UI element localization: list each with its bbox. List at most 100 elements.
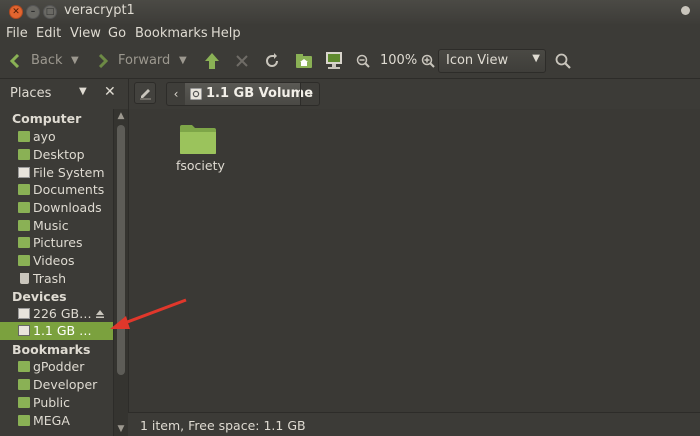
menu-view[interactable]: View (70, 26, 101, 41)
title-bar: ✕ – □ veracrypt1 (0, 0, 700, 25)
folder-icon (18, 361, 30, 372)
menu-bar: File Edit View Go Bookmarks Help (0, 24, 700, 46)
close-sidebar-icon[interactable]: ✕ (104, 84, 116, 100)
stop-icon (236, 55, 248, 67)
view-mode-label: Icon View (446, 53, 509, 68)
forward-history-chevron-icon[interactable]: ▼ (179, 46, 187, 76)
sidebar-item-label: Trash (33, 271, 67, 286)
menu-go[interactable]: Go (108, 26, 126, 41)
places-sidebar: Computer ayo Desktop File System Documen… (0, 109, 113, 436)
chevron-down-icon: ▼ (532, 53, 540, 64)
places-dropdown-chevron-icon[interactable]: ▼ (79, 86, 87, 97)
trash-icon (20, 273, 29, 284)
close-icon: ✕ (12, 7, 20, 17)
sidebar-item-label: Developer (33, 377, 98, 392)
scroll-down-icon[interactable]: ▼ (114, 422, 128, 436)
sidebar-scrollbar[interactable]: ▲ ▼ (113, 109, 128, 436)
downloads-folder-icon (18, 202, 30, 213)
view-mode-select[interactable]: Icon View ▼ (438, 49, 546, 73)
file-item-fsociety[interactable] (179, 123, 219, 159)
zoom-in-button[interactable] (421, 46, 435, 76)
computer-icon (326, 52, 342, 69)
sidebar-item-label: Documents (33, 182, 105, 197)
minimize-window-button[interactable]: – (26, 5, 40, 19)
back-history-chevron-icon[interactable]: ▼ (71, 46, 79, 76)
drive-icon (18, 325, 30, 336)
sidebar-item-mega[interactable]: MEGA (0, 412, 113, 430)
folder-icon (18, 397, 30, 408)
sidebar-item-file-system[interactable]: File System (0, 164, 113, 182)
pencil-icon (140, 89, 151, 100)
maximize-window-button[interactable]: □ (43, 5, 57, 19)
minimize-icon: – (30, 7, 36, 17)
sidebar-item-label: Public (33, 395, 70, 410)
forward-label: Forward (118, 53, 171, 68)
computer-button[interactable] (323, 46, 345, 76)
sidebar-item-pictures[interactable]: Pictures (0, 234, 113, 252)
menu-file[interactable]: File (6, 26, 28, 41)
up-button[interactable] (202, 46, 222, 76)
toggle-path-edit-button[interactable] (134, 82, 156, 104)
zoom-out-icon (356, 54, 370, 68)
breadcrumb-current-label: 1.1 GB Volume (206, 86, 314, 101)
documents-folder-icon (18, 184, 30, 195)
sidebar-item-gpodder[interactable]: gPodder (0, 358, 113, 376)
zoom-level[interactable]: 100% (380, 46, 417, 76)
home-folder-icon (18, 131, 30, 142)
location-bar: Places ▼ ✕ ‹ 1.1 GB Volume › (0, 78, 700, 110)
search-icon (555, 53, 571, 69)
sidebar-item-music[interactable]: Music (0, 217, 113, 235)
sidebar-item-trash[interactable]: Trash (0, 270, 113, 288)
drive-icon (18, 308, 30, 319)
sidebar-item-videos[interactable]: Videos (0, 252, 113, 270)
breadcrumb-left-arrow-icon[interactable]: ‹ (167, 83, 186, 105)
back-button[interactable]: Back ▼ (6, 46, 86, 76)
sidebar-item-label: Downloads (33, 200, 102, 215)
zoom-out-button[interactable] (356, 46, 370, 76)
home-folder-icon (296, 54, 312, 68)
sidebar-item-label: MEGA (33, 413, 70, 428)
menu-help[interactable]: Help (211, 26, 241, 41)
folder-icon (18, 379, 30, 390)
pictures-folder-icon (18, 237, 30, 248)
sidebar-item-public[interactable]: Public (0, 394, 113, 412)
sidebar-item-label: gPodder (33, 359, 85, 374)
menu-bookmarks[interactable]: Bookmarks (135, 26, 208, 41)
sidebar-header-devices: Devices (12, 289, 67, 304)
folder-icon (18, 415, 30, 426)
close-window-button[interactable]: ✕ (9, 5, 23, 19)
menu-edit[interactable]: Edit (36, 26, 61, 41)
up-arrow-icon (205, 53, 219, 69)
window-menu-icon[interactable] (681, 6, 690, 15)
places-label[interactable]: Places (10, 86, 51, 101)
search-button[interactable] (555, 46, 571, 76)
sidebar-item-documents[interactable]: Documents (0, 181, 113, 199)
sidebar-item-device-1-1gb[interactable]: 1.1 GB … (0, 322, 113, 340)
forward-arrow-icon (98, 54, 108, 68)
file-item-label: fsociety (176, 158, 225, 173)
scrollbar-thumb[interactable] (117, 125, 125, 375)
breadcrumb-right-arrow-icon[interactable]: › (300, 83, 319, 105)
sidebar-item-downloads[interactable]: Downloads (0, 199, 113, 217)
scroll-up-icon[interactable]: ▲ (114, 109, 128, 123)
drive-icon (18, 167, 30, 178)
sidebar-header-computer: Computer (12, 111, 82, 126)
sidebar-item-desktop[interactable]: Desktop (0, 146, 113, 164)
drive-icon (190, 88, 202, 100)
sidebar-item-label: Desktop (33, 147, 85, 162)
sidebar-item-label: Pictures (33, 235, 83, 250)
back-label: Back (31, 53, 63, 68)
sidebar-item-device-226gb[interactable]: 226 GB… (0, 305, 113, 323)
forward-button[interactable]: Forward ▼ (96, 46, 192, 76)
sidebar-item-ayo[interactable]: ayo (0, 128, 113, 146)
breadcrumb-current[interactable]: 1.1 GB Volume (185, 83, 313, 105)
sidebar-divider (128, 79, 129, 109)
sidebar-item-developer[interactable]: Developer (0, 376, 113, 394)
sidebar-item-label: Music (33, 218, 69, 233)
home-button[interactable] (294, 46, 314, 76)
folder-icon (180, 125, 216, 154)
sidebar-header-bookmarks: Bookmarks (12, 342, 91, 357)
reload-button[interactable] (263, 46, 281, 76)
stop-button[interactable] (234, 46, 250, 76)
file-manager-window: ✕ – □ veracrypt1 File Edit View Go Bookm… (0, 0, 700, 436)
